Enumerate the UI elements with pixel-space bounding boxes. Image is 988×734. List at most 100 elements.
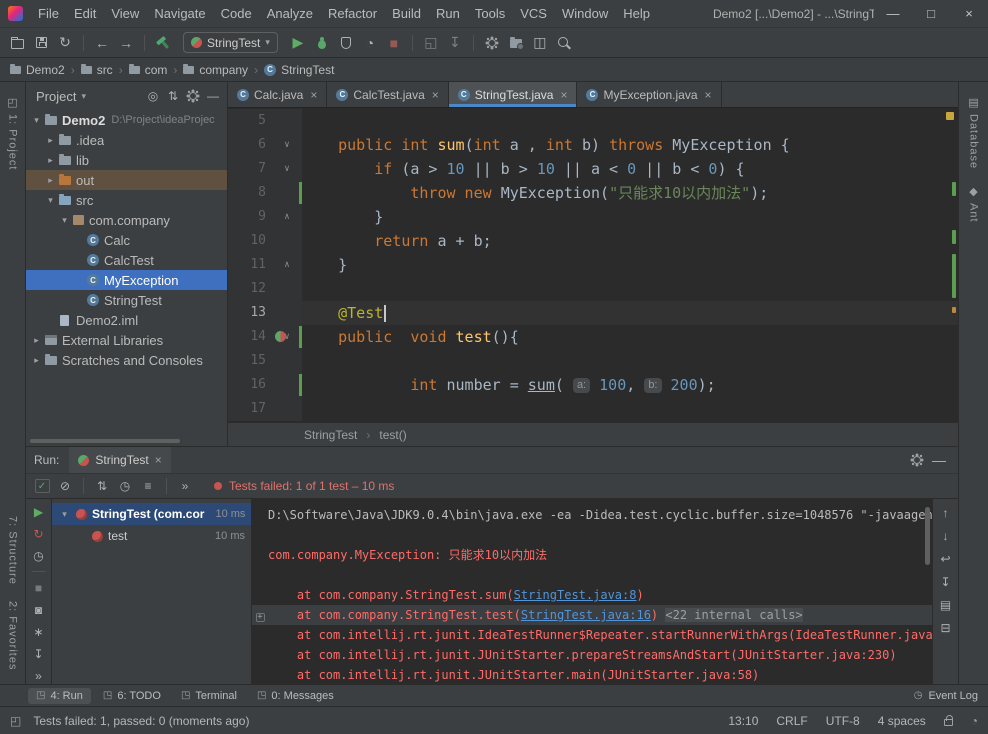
- tree-arrow[interactable]: ▾: [44, 195, 57, 206]
- menu-help[interactable]: Help: [616, 3, 657, 24]
- tool-stripe-database[interactable]: ▤ Database: [968, 96, 980, 169]
- code-line-16[interactable]: 16 int number = sum( a: 100, b: 200);: [228, 373, 958, 397]
- tool-stripe-ant[interactable]: ◆ Ant: [968, 185, 980, 223]
- tree-item-demo2-iml[interactable]: Demo2.iml: [26, 310, 227, 330]
- tree-item-demo2[interactable]: ▾Demo2D:\Project\ideaProjec: [26, 110, 227, 130]
- locate-file-icon[interactable]: ◎: [143, 86, 163, 106]
- tree-item-calc[interactable]: CCalc: [26, 230, 227, 250]
- menu-refactor[interactable]: Refactor: [321, 3, 384, 24]
- code-line-12[interactable]: 12: [228, 277, 958, 301]
- code-line-17[interactable]: 17: [228, 397, 958, 421]
- pin-icon[interactable]: ∗: [29, 623, 49, 640]
- save-icon[interactable]: [30, 32, 52, 54]
- test-node-test[interactable]: test10 ms: [52, 525, 251, 547]
- menu-view[interactable]: View: [104, 3, 146, 24]
- code-line-13[interactable]: 13 @Test: [228, 301, 958, 325]
- console[interactable]: D:\Software\Java\JDK9.0.4\bin\java.exe -…: [252, 499, 932, 684]
- close-icon[interactable]: ×: [155, 453, 162, 467]
- menu-file[interactable]: File: [31, 3, 66, 24]
- minimize-button[interactable]: —: [874, 0, 912, 27]
- tree-arrow[interactable]: ▸: [30, 335, 43, 346]
- test-history-icon[interactable]: ◷: [29, 547, 49, 564]
- inspection-indicator[interactable]: [946, 112, 954, 120]
- memory-indicator-icon[interactable]: ◔: [971, 714, 978, 728]
- event-log-button[interactable]: ◷ Event Log: [914, 690, 978, 702]
- menu-run[interactable]: Run: [429, 3, 467, 24]
- collapse-all-icon[interactable]: ⇅: [163, 86, 183, 106]
- stop-icon[interactable]: ■: [383, 32, 405, 54]
- show-passed-icon[interactable]: ✓: [32, 476, 52, 496]
- indent-style[interactable]: 4 spaces: [878, 714, 926, 728]
- caret-position[interactable]: 13:10: [728, 714, 758, 728]
- fold-marker[interactable]: ∨: [284, 141, 289, 150]
- menu-tools[interactable]: Tools: [468, 3, 512, 24]
- import-icon[interactable]: ↧: [444, 32, 466, 54]
- code-line-6[interactable]: 6∨ public int sum(int a , int b) throws …: [228, 133, 958, 157]
- console-scrollbar[interactable]: [925, 507, 930, 565]
- build-icon[interactable]: [152, 32, 174, 54]
- clear-all-icon[interactable]: ⊟: [936, 620, 956, 636]
- scroll-to-end-icon[interactable]: ↧: [936, 574, 956, 590]
- breadcrumb-item-company[interactable]: company: [183, 63, 248, 77]
- test-node-stringtest-com-cor[interactable]: ▾StringTest (com.cor10 ms: [52, 503, 251, 525]
- settings-icon[interactable]: [481, 32, 503, 54]
- file-encoding[interactable]: UTF-8: [826, 714, 860, 728]
- open-icon[interactable]: [6, 32, 28, 54]
- debug-icon[interactable]: [311, 32, 333, 54]
- code-line-11[interactable]: 11∧ }: [228, 253, 958, 277]
- rerun-failed-icon[interactable]: ↻: [29, 525, 49, 542]
- breadcrumb-item-demo2[interactable]: Demo2: [10, 63, 65, 77]
- expand-all-icon[interactable]: ≡: [138, 476, 158, 496]
- tree-item-idea[interactable]: ▸.idea: [26, 130, 227, 150]
- editor-tab-calctest-java[interactable]: CCalcTest.java×: [327, 82, 448, 107]
- window-icon[interactable]: ◱: [420, 32, 442, 54]
- tool-stripe-structure[interactable]: 7: Structure: [7, 516, 19, 585]
- profiler-icon[interactable]: ◔: [359, 32, 381, 54]
- stacktrace-link[interactable]: StringTest.java:8: [514, 588, 637, 602]
- run-configuration-selector[interactable]: StringTest▾: [183, 32, 278, 53]
- search-icon[interactable]: [553, 32, 575, 54]
- tree-item-calctest[interactable]: CCalcTest: [26, 250, 227, 270]
- tree-arrow[interactable]: ▸: [44, 155, 57, 166]
- forward-icon[interactable]: →: [115, 32, 137, 54]
- tree-item-scratches-and-consoles[interactable]: ▸Scratches and Consoles: [26, 350, 227, 370]
- panel-settings-icon[interactable]: [183, 86, 203, 106]
- editor-tab-stringtest-java[interactable]: CStringTest.java×: [449, 82, 578, 107]
- sort-alphabetically-icon[interactable]: ⇅: [92, 476, 112, 496]
- menu-window[interactable]: Window: [555, 3, 615, 24]
- tool-stripe-project[interactable]: ◰ 1: Project: [7, 96, 19, 170]
- code-line-15[interactable]: 15: [228, 349, 958, 373]
- toolwindow-button-terminal[interactable]: ◳Terminal: [173, 688, 245, 704]
- toolwindow-button-4-run[interactable]: ◳4: Run: [28, 688, 91, 704]
- code-line-7[interactable]: 7∨ if (a > 10 || b > 10 || a < 0 || b < …: [228, 157, 958, 181]
- toolwindow-switcher-icon[interactable]: ◰: [10, 714, 21, 728]
- layout-icon[interactable]: ◫: [529, 32, 551, 54]
- tree-item-src[interactable]: ▾src: [26, 190, 227, 210]
- tree-arrow[interactable]: ▸: [44, 175, 57, 186]
- tree-arrow[interactable]: ▸: [44, 135, 57, 146]
- stacktrace-link[interactable]: StringTest.java:16: [521, 608, 651, 622]
- code-line-5[interactable]: 5: [228, 109, 958, 133]
- menu-edit[interactable]: Edit: [67, 3, 103, 24]
- suspend-icon[interactable]: ■: [29, 579, 49, 596]
- code-line-14[interactable]: 14∨ public void test(){: [228, 325, 958, 349]
- close-icon[interactable]: ×: [310, 88, 317, 102]
- close-icon[interactable]: ×: [560, 88, 567, 102]
- tool-stripe-favorites[interactable]: 2: Favorites: [7, 601, 19, 670]
- fold-marker[interactable]: ∧: [284, 261, 289, 270]
- editor[interactable]: 56∨ public int sum(int a , int b) throws…: [228, 108, 958, 422]
- tree-arrow[interactable]: ▸: [30, 355, 43, 366]
- soft-wrap-icon[interactable]: ↩: [936, 551, 956, 567]
- code-line-10[interactable]: 10 return a + b;: [228, 229, 958, 253]
- run-tab-stringtest[interactable]: StringTest ×: [69, 447, 170, 473]
- editor-tab-myexception-java[interactable]: CMyException.java×: [577, 82, 721, 107]
- editor-tab-calc-java[interactable]: CCalc.java×: [228, 82, 327, 107]
- hide-run-panel-icon[interactable]: —: [928, 449, 950, 471]
- menu-navigate[interactable]: Navigate: [147, 3, 212, 24]
- fold-marker[interactable]: ∨: [284, 165, 289, 174]
- coverage-icon[interactable]: [335, 32, 357, 54]
- fold-marker[interactable]: ∧: [284, 213, 289, 222]
- line-separator[interactable]: CRLF: [776, 714, 807, 728]
- rerun-icon[interactable]: ▶: [29, 503, 49, 520]
- run-icon[interactable]: ▶: [287, 32, 309, 54]
